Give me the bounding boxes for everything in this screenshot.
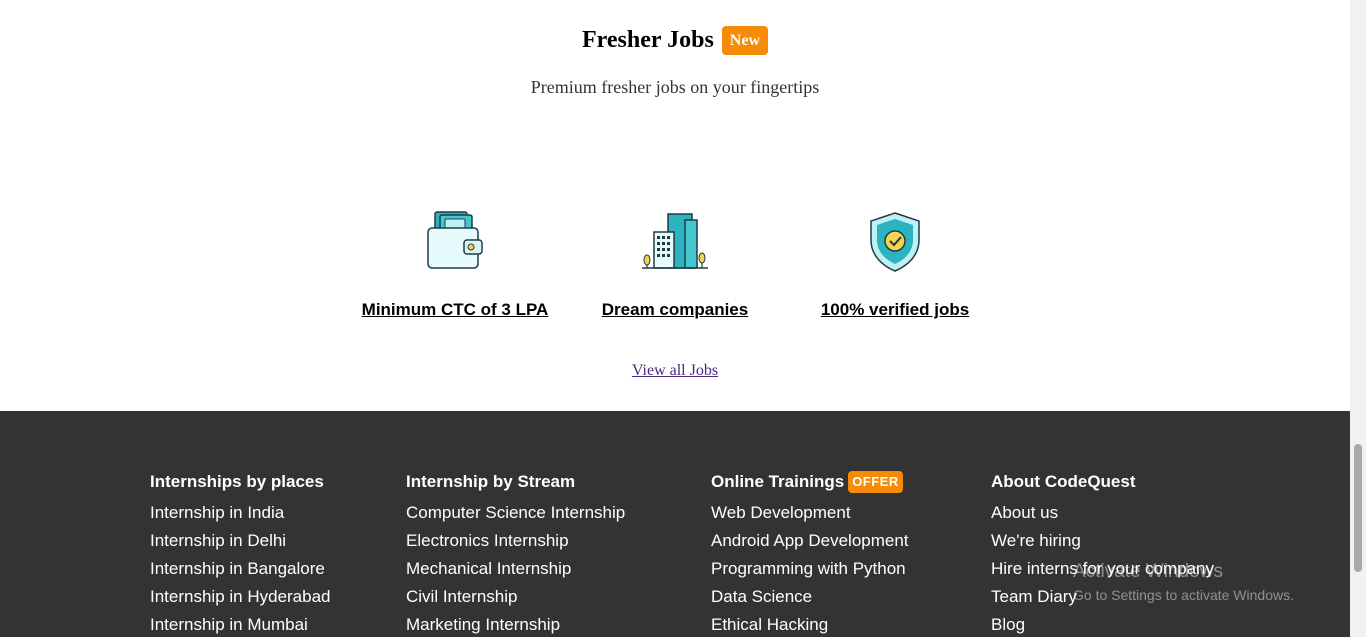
footer-link[interactable]: Mechanical Internship [406, 555, 625, 583]
footer-link[interactable]: Internship in India [150, 499, 331, 527]
section-title: Fresher Jobs [582, 27, 714, 53]
footer-link[interactable]: Computer Science Internship [406, 499, 625, 527]
footer-heading-trainings: Online Trainings OFFER [711, 471, 909, 493]
footer-heading-text: About CodeQuest [991, 472, 1136, 491]
footer-list-about: About us We're hiring Hire interns for y… [991, 499, 1214, 639]
footer-link[interactable]: Blog [991, 611, 1214, 639]
footer-heading-text: Online Trainings [711, 472, 845, 491]
site-footer: Internships by places Internship in Indi… [0, 411, 1350, 637]
page: Fresher Jobs New Premium fresher jobs on… [0, 0, 1350, 637]
footer-link[interactable]: About us [991, 499, 1214, 527]
footer-link[interactable]: Hire interns for your company [991, 555, 1214, 583]
footer-link[interactable]: Marketing Internship [406, 611, 625, 639]
footer-column-about: About CodeQuest About us We're hiring Hi… [991, 471, 1214, 639]
feature-label-min-ctc[interactable]: Minimum CTC of 3 LPA [362, 300, 549, 320]
fresher-jobs-section: Fresher Jobs New Premium fresher jobs on… [0, 0, 1350, 411]
footer-list-trainings: Web Development Android App Development … [711, 499, 909, 639]
footer-link[interactable]: Programming with Python [711, 555, 909, 583]
feature-dream-companies: Dream companies [560, 210, 790, 320]
footer-link[interactable]: Internship in Delhi [150, 527, 331, 555]
footer-link[interactable]: Android App Development [711, 527, 909, 555]
vertical-scrollbar[interactable] [1350, 0, 1366, 637]
footer-link[interactable]: Internship in Bangalore [150, 555, 331, 583]
scrollbar-thumb[interactable] [1354, 444, 1362, 572]
view-all-jobs-link[interactable]: View all Jobs [632, 362, 718, 379]
offer-badge: OFFER [848, 471, 903, 493]
footer-heading-about: About CodeQuest [991, 471, 1214, 493]
footer-link[interactable]: Data Science [711, 583, 909, 611]
feature-verified-jobs: 100% verified jobs [780, 210, 1010, 320]
footer-list-stream: Computer Science Internship Electronics … [406, 499, 625, 639]
footer-heading-text: Internship by Stream [406, 472, 576, 491]
new-badge: New [721, 26, 768, 55]
feature-label-verified-jobs[interactable]: 100% verified jobs [821, 300, 969, 320]
footer-heading-stream: Internship by Stream [406, 471, 625, 493]
footer-link[interactable]: Web Development [711, 499, 909, 527]
footer-column-places: Internships by places Internship in Indi… [150, 471, 331, 639]
footer-heading-text: Internships by places [150, 472, 324, 491]
footer-link[interactable]: Ethical Hacking [711, 611, 909, 639]
view-all-jobs-wrapper: View all Jobs [0, 362, 1350, 380]
footer-heading-places: Internships by places [150, 471, 331, 493]
footer-link[interactable]: Civil Internship [406, 583, 625, 611]
footer-link[interactable]: We're hiring [991, 527, 1214, 555]
footer-column-stream: Internship by Stream Computer Science In… [406, 471, 625, 639]
footer-link[interactable]: Team Diary [991, 583, 1214, 611]
verified-shield-icon [870, 212, 920, 272]
office-building-icon [642, 213, 708, 269]
feature-label-dream-companies[interactable]: Dream companies [602, 300, 748, 320]
footer-list-places: Internship in India Internship in Delhi … [150, 499, 331, 639]
feature-min-ctc: Minimum CTC of 3 LPA [340, 210, 570, 320]
footer-link[interactable]: Internship in Hyderabad [150, 583, 331, 611]
footer-column-trainings: Online Trainings OFFER Web Development A… [711, 471, 909, 639]
footer-link[interactable]: Electronics Internship [406, 527, 625, 555]
section-subtitle: Premium fresher jobs on your fingertips [530, 77, 820, 97]
footer-link[interactable]: Internship in Mumbai [150, 611, 331, 639]
wallet-icon [427, 211, 483, 269]
fresher-jobs-title-row: Fresher Jobs New [0, 26, 1350, 55]
